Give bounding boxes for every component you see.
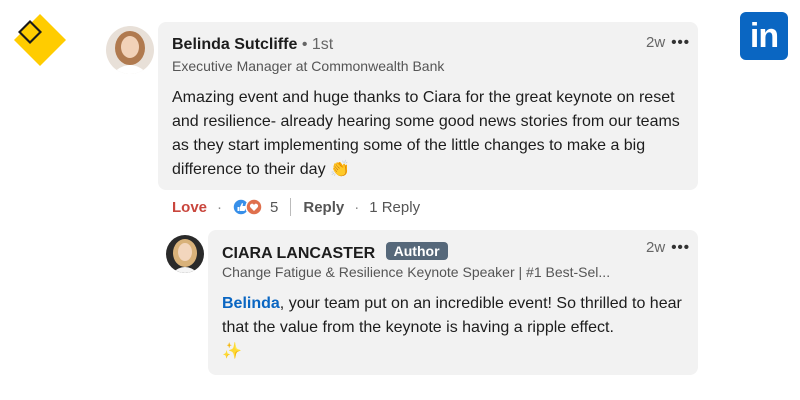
comment-actions: Love · 5 Reply · 1 Reply <box>172 196 420 218</box>
connection-degree: 1st <box>311 36 334 53</box>
reply-author-headline: Change Fatigue & Resilience Keynote Spea… <box>222 264 611 280</box>
comment-text: Amazing event and huge thanks to Ciara f… <box>172 86 682 182</box>
commenter-avatar[interactable] <box>106 26 154 74</box>
clapping-emoji: 👏 <box>330 161 350 178</box>
comment-time: 2w <box>646 34 666 51</box>
commenter-name[interactable]: Belinda Sutcliffe <box>172 36 297 53</box>
reply-time: 2w <box>646 239 666 256</box>
reply-author-name[interactable]: CIARA LANCASTER <box>222 245 375 262</box>
reply-text: Belinda, your team put on an incredible … <box>222 292 692 364</box>
comment-meta: 2w ••• <box>646 34 690 51</box>
separator-dot: · <box>354 198 360 216</box>
reaction-count[interactable]: 5 <box>270 199 278 216</box>
reply-body: , your team put on an incredible event! … <box>222 295 682 336</box>
reply-name-row: CIARA LANCASTER Author <box>222 242 448 263</box>
reply-meta: 2w ••• <box>646 239 690 256</box>
reaction-icons[interactable] <box>232 198 264 216</box>
love-button[interactable]: Love <box>172 199 207 216</box>
linkedin-logo[interactable]: in <box>740 12 788 60</box>
sparkle-emoji: ✨ <box>222 343 242 360</box>
mention-link[interactable]: Belinda <box>222 295 280 312</box>
author-badge: Author <box>385 242 448 260</box>
commenter-headline: Executive Manager at Commonwealth Bank <box>172 58 445 74</box>
reply-author-avatar[interactable] <box>166 235 204 273</box>
divider <box>290 198 292 216</box>
commenter-name-row: Belinda Sutcliffe • 1st <box>172 36 334 53</box>
replies-count-link[interactable]: 1 Reply <box>369 199 420 216</box>
more-icon[interactable]: ••• <box>671 34 690 51</box>
separator-dot: · <box>217 198 223 216</box>
commbank-logo <box>14 14 66 66</box>
comment-body: Amazing event and huge thanks to Ciara f… <box>172 89 680 178</box>
reply-button[interactable]: Reply <box>303 199 344 216</box>
more-icon[interactable]: ••• <box>671 239 690 256</box>
